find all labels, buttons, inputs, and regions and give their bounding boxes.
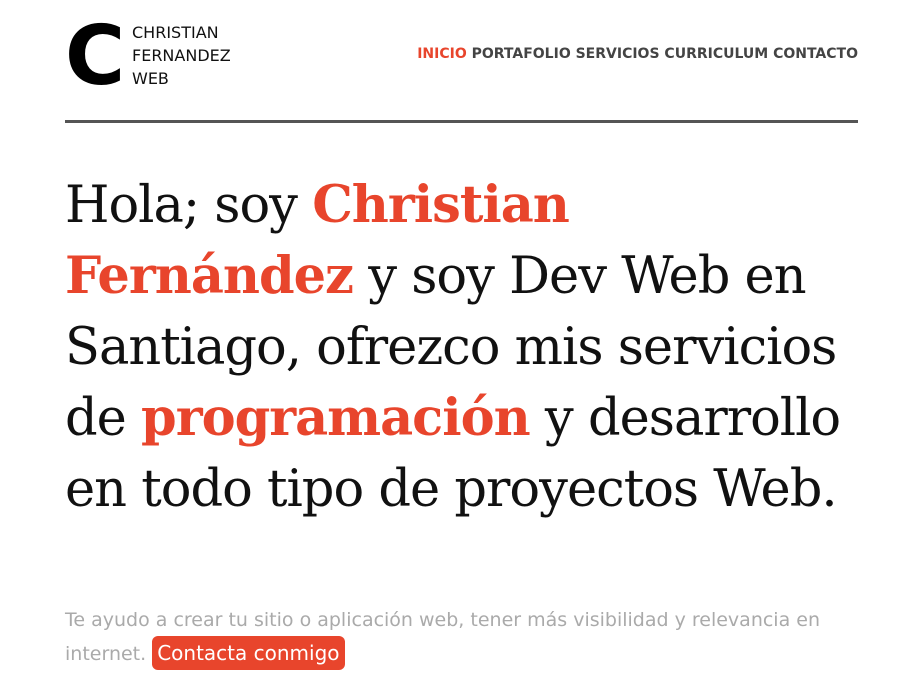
nav-item-portafolio[interactable]: PORTAFOLIO	[472, 46, 571, 62]
contact-button[interactable]: Contacta conmigo	[152, 636, 345, 670]
nav-item-curriculum[interactable]: CURRICULUM	[664, 46, 768, 62]
header-divider	[65, 120, 858, 123]
logo-line-1: CHRISTIAN	[132, 23, 219, 42]
hero-heading: Hola; soy Christian Fernández y soy Dev …	[65, 170, 865, 525]
logo-line-3: WEB	[132, 69, 169, 88]
nav-item-servicios[interactable]: SERVICIOS	[576, 46, 660, 62]
nav-item-contacto[interactable]: CONTACTO	[773, 46, 858, 62]
nav-item-inicio[interactable]: INICIO	[417, 46, 467, 62]
logo-line-2: FERNANDEZ	[132, 46, 231, 65]
site-header: C CHRISTIAN FERNANDEZ WEB INICIO PORTAFO…	[65, 16, 858, 98]
logo-text[interactable]: CHRISTIAN FERNANDEZ WEB	[132, 21, 231, 90]
hero-highlight: programación	[141, 388, 531, 448]
hero-subtext: Te ayudo a crear tu sitio o aplicación w…	[65, 604, 865, 670]
hero-text-1: Hola; soy	[65, 176, 313, 235]
logo-mark[interactable]: C	[65, 16, 125, 98]
main-nav: INICIO PORTAFOLIO SERVICIOS CURRICULUM C…	[417, 46, 858, 62]
